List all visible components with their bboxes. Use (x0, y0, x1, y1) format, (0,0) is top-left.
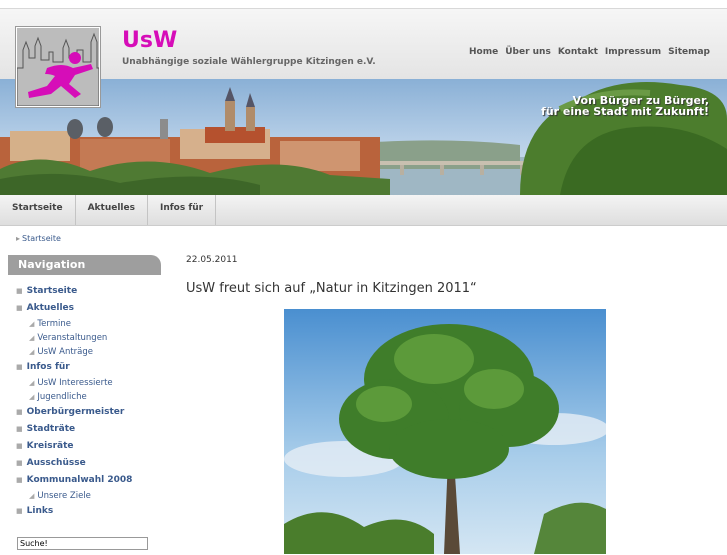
page-frame: UsW Unabhängige soziale Wählergruppe Kit… (0, 8, 727, 555)
sidebar-item-label: UsW Anträge (37, 347, 94, 357)
sidebar-item-interessierte[interactable]: ◢ UsW Interessierte (8, 376, 161, 390)
sidebar-menu: ■ Startseite ■ Aktuelles ◢ Termine ◢ Veranst… (8, 283, 161, 520)
sidebar-item-oberbuergermeister[interactable]: ■ Oberbürgermeister (8, 404, 161, 421)
article-title: UsW freut sich auf „Natur in Kitzingen 2… (186, 281, 477, 296)
main-content: 22.05.2011 UsW freut sich auf „Natur in … (186, 255, 606, 554)
banner-slogan: Von Bürger zu Bürger, für eine Stadt mit… (541, 95, 709, 117)
sub-bullet-icon: ◢ (29, 379, 35, 387)
bullet-square-icon: ■ (16, 476, 23, 484)
sidebar-item-jugendliche[interactable]: ◢ Jugendliche (8, 390, 161, 404)
bullet-square-icon: ■ (16, 363, 23, 371)
sidebar-item-label: Stadträte (26, 424, 76, 434)
sidebar-item-kommunalwahl[interactable]: ■ Kommunalwahl 2008 (8, 472, 161, 489)
bullet-square-icon: ■ (16, 442, 23, 450)
site-subtitle: Unabhängige soziale Wählergruppe Kitzing… (122, 57, 376, 67)
sub-bullet-icon: ◢ (29, 492, 35, 500)
breadcrumb-link[interactable]: Startseite (22, 234, 61, 243)
sidebar-heading: Navigation (8, 255, 161, 275)
bullet-square-icon: ■ (16, 408, 23, 416)
bullet-square-icon: ■ (16, 425, 23, 433)
bullet-square-icon: ■ (16, 287, 23, 295)
site-name[interactable]: UsW (122, 29, 177, 53)
logo-runner-icon (17, 28, 99, 106)
sub-bullet-icon: ◢ (29, 393, 35, 401)
bullet-square-icon: ■ (16, 507, 23, 515)
tree-photo-image (284, 324, 606, 554)
article-date: 22.05.2011 (186, 255, 238, 265)
sidebar-item-infos[interactable]: ■ Infos für (8, 359, 161, 376)
sidebar-item-ziele[interactable]: ◢ Unsere Ziele (8, 489, 161, 503)
bullet-square-icon: ■ (16, 459, 23, 467)
topnav-about[interactable]: Über uns (505, 47, 551, 57)
sidebar-item-label: Kreisräte (26, 441, 74, 451)
sub-bullet-icon: ◢ (29, 320, 35, 328)
mainnav-aktuelles[interactable]: Aktuelles (76, 195, 148, 225)
sidebar-item-label: Aktuelles (26, 303, 75, 313)
mainnav-infos[interactable]: Infos für (148, 195, 217, 225)
site-logo[interactable] (16, 27, 100, 107)
sidebar-item-label: Infos für (26, 362, 70, 372)
sidebar-item-label: Jugendliche (37, 392, 87, 402)
topnav-contact[interactable]: Kontakt (558, 47, 598, 57)
slogan-line-2: für eine Stadt mit Zukunft! (541, 105, 709, 118)
sidebar-item-label: Oberbürgermeister (26, 407, 125, 417)
topnav-home[interactable]: Home (469, 47, 498, 57)
sidebar-item-links[interactable]: ■ Links (8, 503, 161, 520)
sidebar: Navigation ■ Startseite ■ Aktuelles ◢ Termi… (8, 255, 161, 555)
search-input[interactable] (17, 537, 148, 550)
sub-bullet-icon: ◢ (29, 334, 35, 342)
sidebar-item-ausschuesse[interactable]: ■ Ausschüsse (8, 455, 161, 472)
sidebar-item-termine[interactable]: ◢ Termine (8, 317, 161, 331)
sidebar-item-label: Startseite (26, 286, 78, 296)
header-banner-image: Von Bürger zu Bürger, für eine Stadt mit… (0, 79, 727, 195)
top-navigation: Home Über uns Kontakt Impressum Sitemap (469, 47, 710, 57)
sidebar-item-veranstaltungen[interactable]: ◢ Veranstaltungen (8, 331, 161, 345)
breadcrumb-arrow-icon: ▸ (16, 234, 21, 243)
sidebar-item-label: Termine (37, 319, 71, 329)
main-navigation: Startseite Aktuelles Infos für (0, 195, 727, 226)
topnav-imprint[interactable]: Impressum (605, 47, 661, 57)
sidebar-item-label: Ausschüsse (26, 458, 86, 468)
sidebar-item-label: Kommunalwahl 2008 (26, 475, 133, 485)
sidebar-item-label: Unsere Ziele (37, 491, 91, 501)
sidebar-item-startseite[interactable]: ■ Startseite (8, 283, 161, 300)
breadcrumb: ▸ Startseite (16, 234, 61, 243)
sidebar-item-label: UsW Interessierte (37, 378, 113, 388)
topnav-sitemap[interactable]: Sitemap (668, 47, 710, 57)
sidebar-item-label: Links (26, 506, 54, 516)
bullet-square-icon: ■ (16, 304, 23, 312)
sidebar-item-aktuelles[interactable]: ■ Aktuelles (8, 300, 161, 317)
article-photo-tree (284, 309, 606, 554)
sidebar-item-antraege[interactable]: ◢ UsW Anträge (8, 345, 161, 359)
header-bar: UsW Unabhängige soziale Wählergruppe Kit… (0, 9, 727, 79)
sidebar-item-stadtraete[interactable]: ■ Stadträte (8, 421, 161, 438)
sub-bullet-icon: ◢ (29, 348, 35, 356)
sidebar-item-kreisraete[interactable]: ■ Kreisräte (8, 438, 161, 455)
mainnav-startseite[interactable]: Startseite (0, 195, 76, 225)
sidebar-item-label: Veranstaltungen (37, 333, 108, 343)
